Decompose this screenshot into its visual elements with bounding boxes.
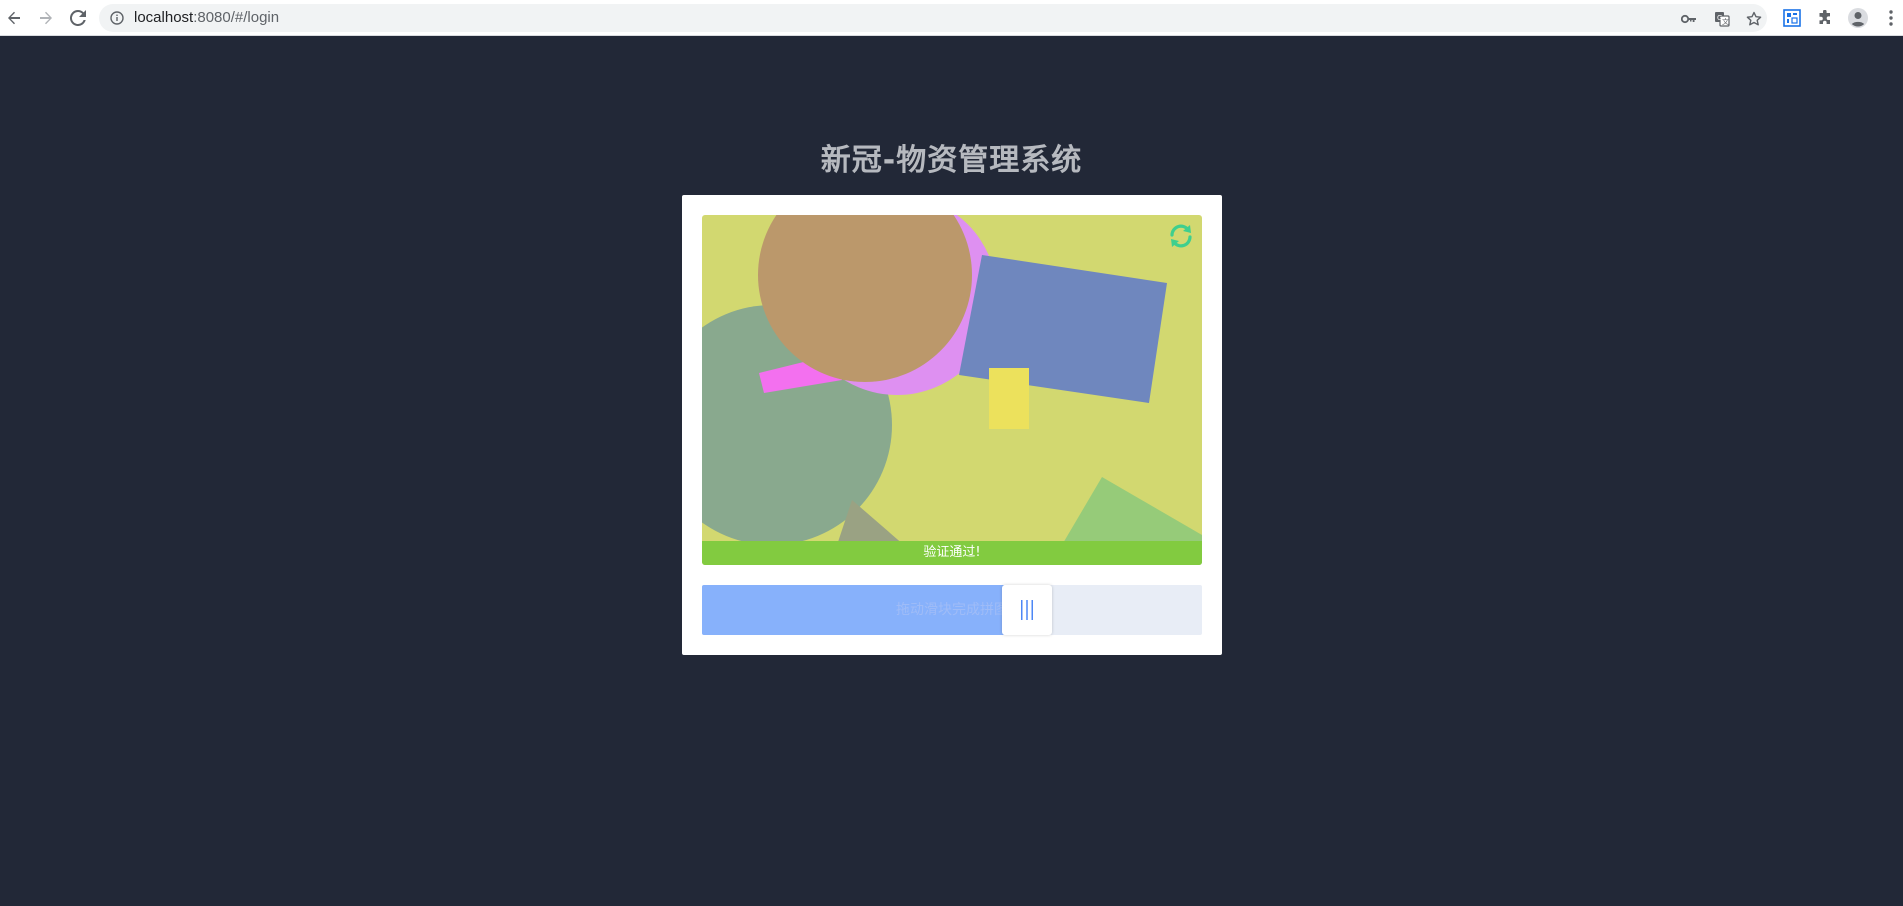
url-text: localhost:8080/#/login xyxy=(134,9,279,27)
key-icon[interactable] xyxy=(1679,10,1699,28)
back-icon[interactable] xyxy=(2,6,26,30)
slider-handle[interactable] xyxy=(1002,585,1052,635)
slider-hint-text: 拖动滑块完成拼图 xyxy=(896,602,1008,618)
captcha-puzzle-image: 验证通过! xyxy=(702,215,1202,565)
profile-avatar-icon[interactable] xyxy=(1846,6,1870,30)
extension-qr-icon[interactable] xyxy=(1780,6,1804,30)
translate-icon[interactable]: G文 xyxy=(1712,10,1732,28)
svg-text:文: 文 xyxy=(1722,17,1729,26)
captcha-card: 验证通过! 拖动滑块完成拼图 xyxy=(682,195,1222,655)
captcha-background-art xyxy=(702,215,1202,565)
extensions-puzzle-icon[interactable] xyxy=(1813,6,1837,30)
menu-kebab-icon[interactable] xyxy=(1879,6,1903,30)
site-info-icon[interactable] xyxy=(109,10,125,26)
reload-icon[interactable] xyxy=(66,6,90,30)
page-title: 新冠-物资管理系统 xyxy=(820,143,1083,178)
star-icon[interactable] xyxy=(1744,10,1764,28)
url-host: localhost xyxy=(134,9,194,26)
address-bar[interactable]: localhost:8080/#/login G文 xyxy=(99,4,1767,32)
grip-lines-icon xyxy=(1021,600,1033,620)
browser-toolbar: localhost:8080/#/login G文 xyxy=(0,0,1903,36)
refresh-icon[interactable] xyxy=(1166,221,1196,251)
captcha-slider-track[interactable]: 拖动滑块完成拼图 xyxy=(702,585,1202,635)
verification-success-banner: 验证通过! xyxy=(702,541,1202,565)
url-path: :8080/#/login xyxy=(193,9,280,26)
forward-icon[interactable] xyxy=(34,6,58,30)
